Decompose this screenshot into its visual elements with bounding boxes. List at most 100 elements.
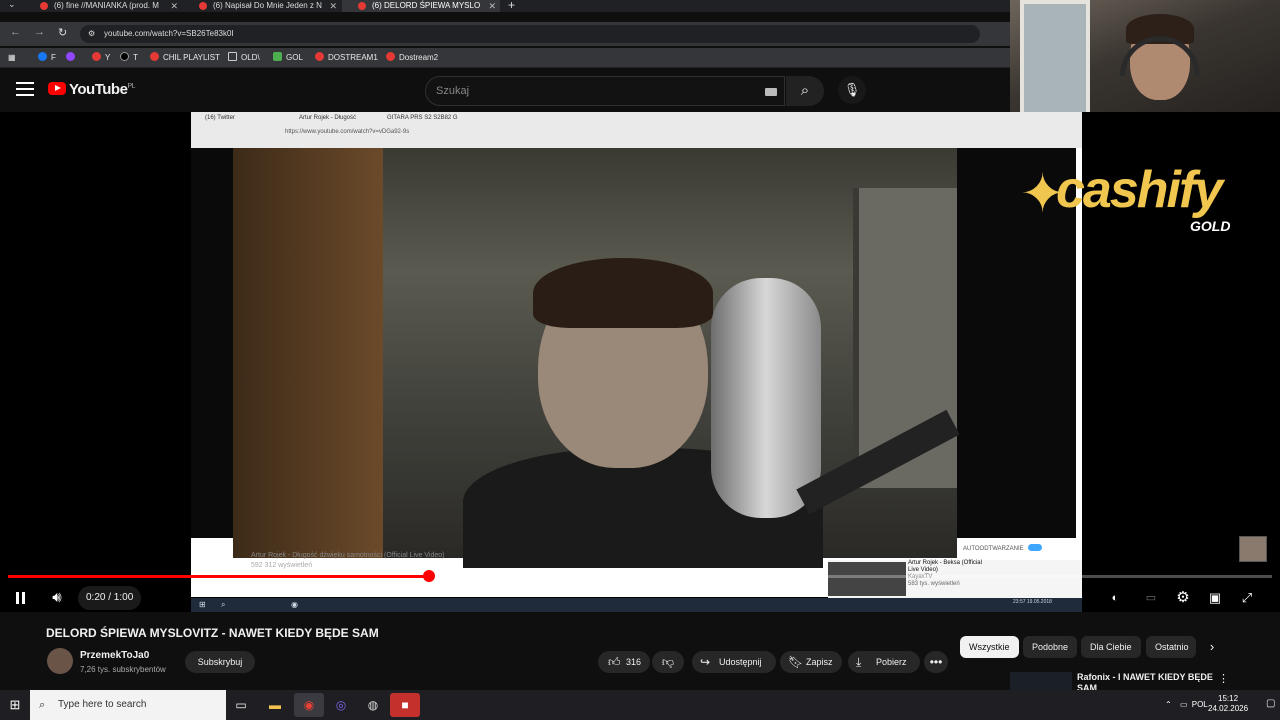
- language-indicator[interactable]: POL: [1192, 700, 1208, 709]
- discord-icon[interactable]: ◎: [326, 693, 356, 717]
- clock-time: 15:12: [1218, 694, 1239, 703]
- autoplay-icon: ◐: [1111, 592, 1119, 604]
- youtube-header: YouTubePL Szukaj ⌕ 🎙: [0, 72, 1010, 112]
- obs-icon[interactable]: ◍: [358, 693, 388, 717]
- bookmark-dostream2[interactable]: Dostream2: [386, 51, 438, 65]
- youtube-logo[interactable]: YouTubePL: [48, 81, 135, 101]
- chrome-icon: ◉: [291, 600, 298, 609]
- bookmark-t[interactable]: T: [120, 51, 138, 65]
- inner-clock: 23:57 19.05.2018: [1013, 599, 1052, 605]
- keyboard-icon[interactable]: [765, 88, 777, 96]
- browser-tab-2[interactable]: (6) Napisał Do Mnie Jeden z N ✕: [183, 0, 341, 12]
- fullscreen-icon: ⤢: [1241, 590, 1253, 605]
- reload-icon[interactable]: ↻: [58, 26, 67, 39]
- task-view-icon[interactable]: ▭: [226, 693, 256, 717]
- browser-tab-3[interactable]: (6) DELORD ŚPIEWA MYSLO ✕: [342, 0, 500, 12]
- close-icon[interactable]: ✕: [488, 0, 496, 12]
- menu-icon[interactable]: [16, 82, 34, 96]
- windows-start-icon[interactable]: ⊞: [6, 696, 24, 714]
- more-vert-icon[interactable]: ⋮: [1218, 672, 1229, 685]
- channel-name[interactable]: PrzemekToJa0: [80, 650, 149, 661]
- theater-mode-button[interactable]: ▣: [1204, 586, 1226, 610]
- taskbar-search-input[interactable]: ⌕ Type here to search: [30, 690, 226, 720]
- progress-bar[interactable]: [8, 570, 1272, 582]
- like-count: 316: [626, 657, 642, 667]
- recommended-thumbnail[interactable]: [1010, 672, 1072, 692]
- browser-tab-1[interactable]: (6) fine //MANIANKA (prod. M ✕: [24, 0, 182, 12]
- share-button[interactable]: ↪ Udostępnij: [692, 651, 776, 673]
- youtube-favicon-icon: [40, 2, 48, 10]
- bookmark-icon: 🔖︎: [788, 655, 804, 669]
- like-button[interactable]: 👍︎ 316: [598, 651, 650, 673]
- dislike-button[interactable]: 👎︎: [652, 651, 684, 673]
- scrubber-handle[interactable]: [422, 570, 435, 582]
- site-info-icon[interactable]: ⚙: [88, 25, 95, 43]
- microphone-icon: 🎙: [843, 82, 861, 97]
- settings-button[interactable]: ⚙: [1172, 586, 1194, 610]
- chip-ostatnio[interactable]: Ostatnio: [1146, 636, 1196, 658]
- search-input[interactable]: Szukaj: [425, 76, 785, 106]
- tab-title: (6) DELORD ŚPIEWA MYSLO: [372, 1, 481, 10]
- save-button[interactable]: 🔖︎ Zapisz: [780, 651, 842, 673]
- notification-icon[interactable]: ▢: [1266, 698, 1275, 709]
- autoplay-toggle[interactable]: ◐: [1104, 586, 1126, 610]
- tab-title: (6) fine //MANIANKA (prod. M: [54, 1, 159, 10]
- chip-wszystkie[interactable]: Wszystkie: [960, 636, 1019, 658]
- fullscreen-button[interactable]: ⤢: [1236, 586, 1258, 610]
- clock-date: 24.02.2026: [1208, 704, 1249, 713]
- app-icon[interactable]: ■: [390, 693, 420, 717]
- file-explorer-icon[interactable]: ▬: [260, 693, 290, 717]
- download-icon: ⤓: [856, 655, 862, 669]
- inner-browser-bar: (16) Twitter Artur Rojek - Długość GITAR…: [191, 112, 1082, 148]
- search-button[interactable]: ⌕: [786, 76, 824, 106]
- chevron-up-icon[interactable]: ⌃: [1165, 700, 1172, 709]
- apps-icon[interactable]: ▦: [8, 51, 16, 65]
- inner-tab: GITARA PRS S2 S2B82 G: [387, 115, 458, 121]
- volume-button[interactable]: 🔊︎: [46, 586, 68, 610]
- gear-icon: ⚙: [1176, 589, 1190, 606]
- bookmark-chil-playlist[interactable]: CHIL PLAYLIST: [150, 51, 220, 65]
- bookmark-dostream1[interactable]: DOSTREAM1: [315, 51, 378, 65]
- singer-video-frame: [233, 148, 960, 568]
- tab-list-chevron-icon[interactable]: ⌄: [8, 0, 16, 10]
- url-text: youtube.com/watch?v=SB26Te83k0I: [104, 29, 234, 38]
- cashify-gold-label: GOLD: [1190, 218, 1231, 234]
- address-bar[interactable]: ⚙ youtube.com/watch?v=SB26Te83k0I: [80, 25, 980, 43]
- bookmark-f[interactable]: F: [38, 51, 56, 65]
- bookmark-folder-old[interactable]: OLD\: [228, 51, 260, 65]
- window-image: [1020, 0, 1090, 120]
- bookmark-y[interactable]: Y: [92, 51, 110, 65]
- network-icon[interactable]: ▭: [1180, 700, 1188, 709]
- bookmark-twitch-icon[interactable]: [66, 51, 79, 65]
- subtitles-button[interactable]: ▭: [1140, 586, 1162, 610]
- more-actions-button[interactable]: •••: [924, 651, 948, 673]
- inner-tab: Artur Rojek - Długość: [299, 115, 357, 121]
- close-icon[interactable]: ✕: [329, 0, 337, 12]
- pause-button[interactable]: [12, 586, 30, 610]
- video-player[interactable]: (16) Twitter Artur Rojek - Długość GITAR…: [0, 112, 1280, 612]
- subtitles-icon: ▭: [1145, 592, 1157, 604]
- region-label: PL: [127, 83, 135, 90]
- bookmark-gol[interactable]: GOL: [273, 51, 303, 65]
- time-display: 0:20 / 1:00: [78, 586, 142, 610]
- youtube-favicon-icon: [199, 2, 207, 10]
- inner-side-video: Artur Rojek - Beksa (Official Live Video…: [828, 560, 1082, 598]
- theater-icon: ▣: [1208, 590, 1222, 605]
- back-icon[interactable]: ←: [10, 26, 21, 38]
- chevron-right-icon[interactable]: ›: [1204, 636, 1220, 658]
- subscriber-count: 7,26 tys. subskrybentów: [80, 665, 166, 674]
- share-icon: ↪: [700, 655, 711, 669]
- subscribe-button[interactable]: Subskrybuj: [185, 651, 255, 673]
- download-button[interactable]: ⤓ Pobierz: [848, 651, 920, 673]
- channel-avatar[interactable]: [47, 648, 73, 674]
- new-tab-icon[interactable]: +: [508, 0, 515, 12]
- search-placeholder: Szukaj: [436, 85, 470, 97]
- voice-search-button[interactable]: 🎙: [838, 76, 866, 104]
- chip-podobne[interactable]: Podobne: [1023, 636, 1078, 658]
- chrome-icon[interactable]: ◉: [294, 693, 324, 717]
- forward-icon[interactable]: →: [34, 26, 45, 38]
- autoplay-label: AUTOODTWARZANIE: [963, 546, 1024, 552]
- taskbar-clock[interactable]: 15:12 24.02.2026: [1208, 694, 1248, 714]
- close-icon[interactable]: ✕: [170, 0, 178, 12]
- chip-dla-ciebie[interactable]: Dla Ciebie: [1081, 636, 1141, 658]
